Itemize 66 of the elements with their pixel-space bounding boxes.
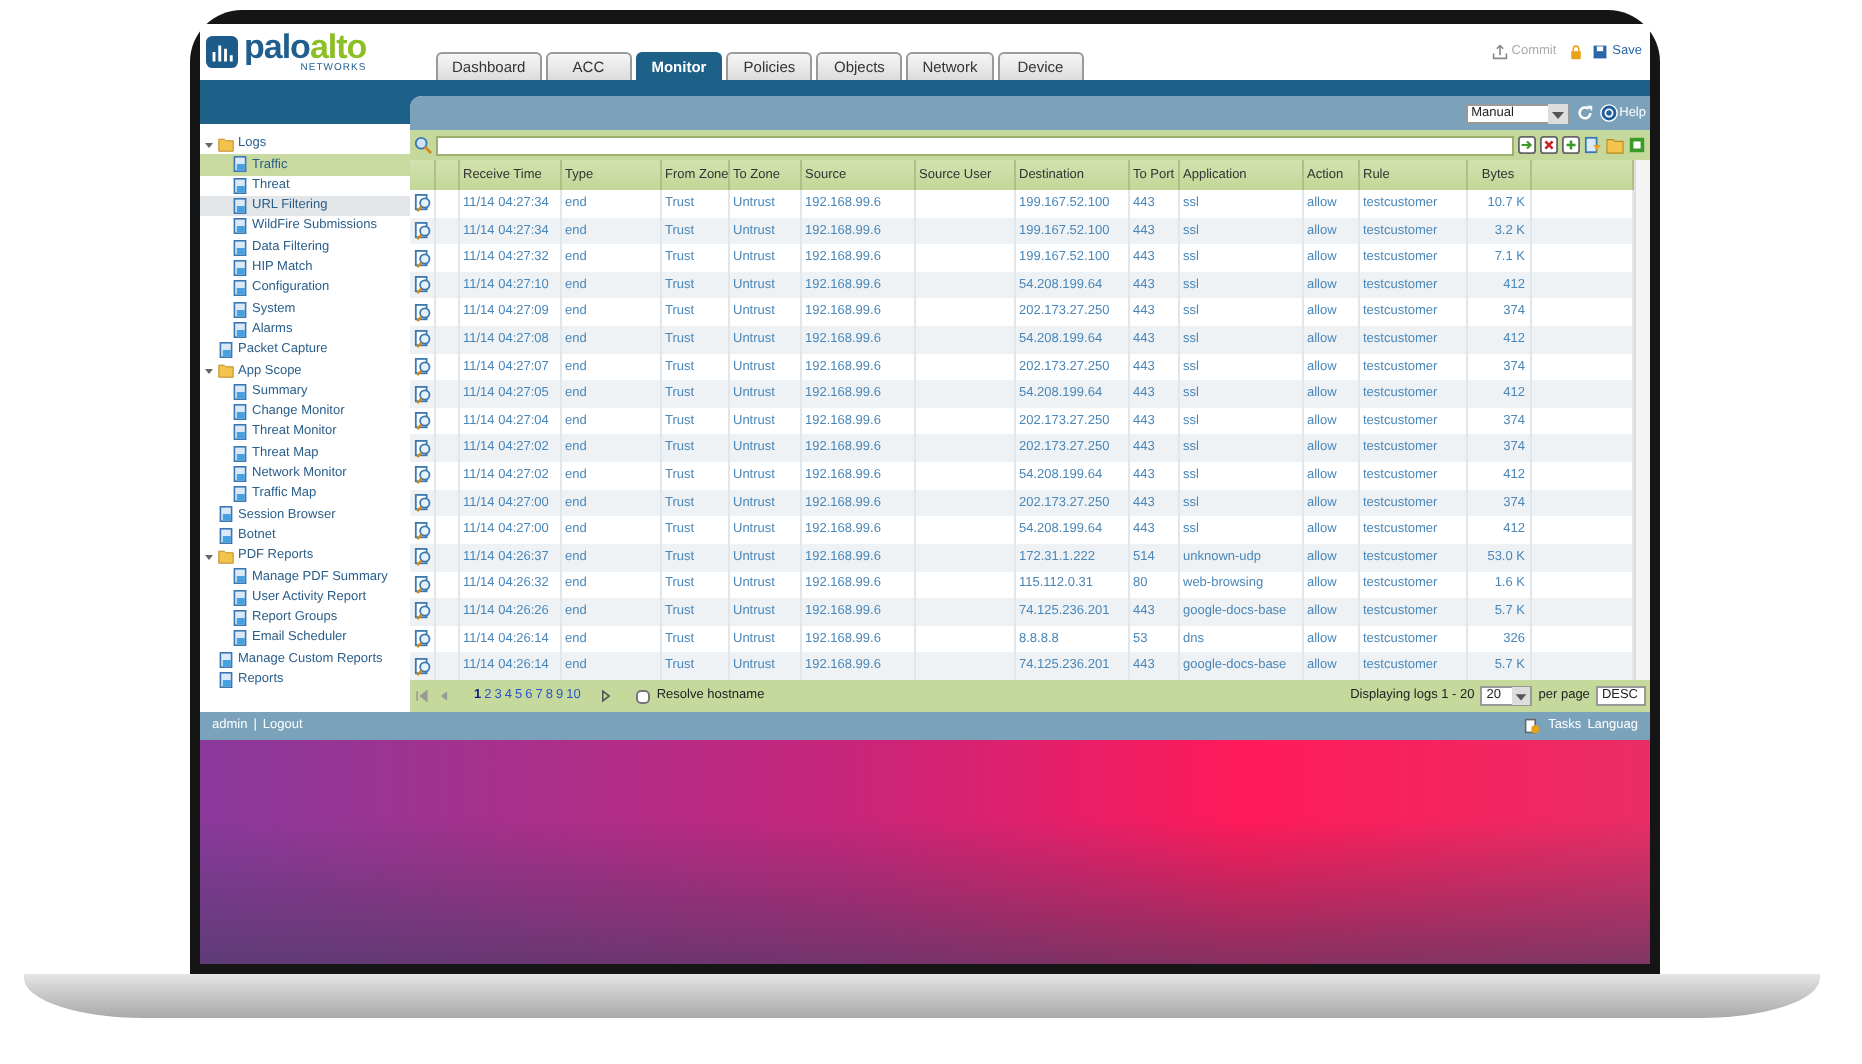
caret-icon bbox=[1547, 103, 1568, 123]
document-magnifier-icon[interactable] bbox=[414, 602, 432, 621]
search-field[interactable] bbox=[436, 135, 1514, 155]
document-icon bbox=[218, 342, 234, 359]
document-icon bbox=[232, 239, 248, 256]
document-icon bbox=[232, 280, 248, 297]
document-magnifier-icon[interactable] bbox=[414, 412, 432, 431]
document-icon bbox=[232, 630, 248, 647]
document-icon bbox=[218, 671, 234, 688]
document-magnifier-icon[interactable] bbox=[414, 494, 432, 512]
folder-icon bbox=[218, 136, 234, 153]
document-icon bbox=[232, 321, 248, 338]
caret-icon bbox=[1512, 686, 1531, 706]
close-icon[interactable] bbox=[1540, 136, 1558, 154]
document-icon bbox=[232, 259, 248, 276]
folder-icon bbox=[218, 548, 234, 565]
document-magnifier-icon[interactable] bbox=[414, 357, 432, 376]
expand-arrow-icon[interactable] bbox=[204, 139, 214, 150]
apply-filter-icon[interactable] bbox=[1518, 136, 1536, 154]
document-icon bbox=[232, 156, 248, 173]
search-icon bbox=[414, 136, 432, 154]
document-magnifier-icon[interactable] bbox=[414, 548, 432, 567]
logo-wordmark: paloalto bbox=[244, 31, 367, 61]
document-icon bbox=[232, 589, 248, 606]
next-page-icon[interactable] bbox=[598, 688, 615, 704]
document-icon bbox=[232, 424, 248, 441]
help-icon bbox=[1599, 104, 1618, 122]
lock-icon bbox=[1568, 44, 1585, 60]
document-magnifier-icon[interactable] bbox=[414, 657, 432, 676]
document-magnifier-icon[interactable] bbox=[414, 439, 432, 458]
logo-icon bbox=[206, 36, 238, 68]
resolve-hostname-checkbox[interactable] bbox=[636, 689, 651, 703]
document-icon bbox=[232, 198, 248, 215]
document-icon bbox=[232, 383, 248, 400]
document-magnifier-icon[interactable] bbox=[414, 575, 432, 594]
document-icon bbox=[218, 527, 234, 544]
upload-icon bbox=[1491, 44, 1508, 60]
folder-icon bbox=[218, 362, 234, 379]
document-icon bbox=[232, 177, 248, 194]
document-icon bbox=[232, 609, 248, 626]
document-icon bbox=[232, 486, 248, 503]
expand-arrow-icon[interactable] bbox=[204, 365, 214, 376]
document-icon bbox=[232, 404, 248, 420]
document-magnifier-icon[interactable] bbox=[414, 521, 432, 540]
document-icon bbox=[218, 506, 234, 523]
document-magnifier-icon[interactable] bbox=[414, 194, 432, 213]
document-magnifier-icon[interactable] bbox=[414, 385, 432, 404]
document-icon bbox=[218, 651, 234, 668]
document-magnifier-icon[interactable] bbox=[414, 221, 432, 240]
document-icon bbox=[232, 218, 248, 235]
refresh-icon[interactable] bbox=[1575, 104, 1594, 122]
filter-icon[interactable] bbox=[1584, 136, 1602, 154]
plus-icon[interactable] bbox=[1562, 136, 1580, 154]
document-icon bbox=[232, 568, 248, 585]
document-icon bbox=[232, 301, 248, 318]
export-icon[interactable] bbox=[1628, 136, 1646, 154]
document-magnifier-icon[interactable] bbox=[414, 249, 432, 268]
expand-arrow-icon[interactable] bbox=[204, 551, 214, 562]
document-magnifier-icon[interactable] bbox=[414, 303, 432, 322]
document-magnifier-icon[interactable] bbox=[414, 630, 432, 649]
document-icon bbox=[232, 465, 248, 482]
document-icon bbox=[232, 445, 248, 462]
document-magnifier-icon[interactable] bbox=[414, 276, 432, 295]
document-magnifier-icon[interactable] bbox=[414, 330, 432, 349]
document-magnifier-icon[interactable] bbox=[414, 466, 432, 485]
tasks-icon bbox=[1524, 718, 1541, 734]
